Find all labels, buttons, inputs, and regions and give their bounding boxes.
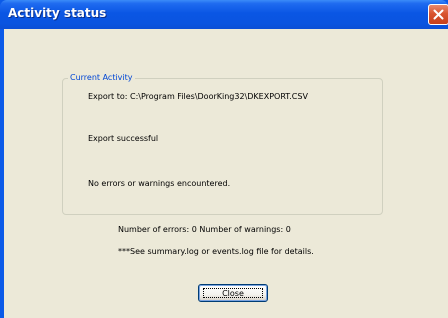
group-title: Current Activity xyxy=(68,72,135,84)
close-button-label: Close xyxy=(222,289,244,298)
errors-status-text: No errors or warnings encountered. xyxy=(88,179,231,188)
window-close-button[interactable] xyxy=(428,4,448,25)
activity-status-window: Activity status Current Activity Export … xyxy=(0,0,448,318)
export-status-text: Export successful xyxy=(88,134,159,143)
title-bar[interactable]: Activity status xyxy=(0,0,448,29)
export-path-text: Export to: C:\Program Files\DoorKing32\D… xyxy=(88,92,308,101)
error-count-text: Number of errors: 0 Number of warnings: … xyxy=(118,225,291,234)
dialog-client-area: Current Activity Export to: C:\Program F… xyxy=(4,29,448,318)
close-icon xyxy=(433,9,444,20)
log-note-text: ***See summary.log or events.log file fo… xyxy=(118,247,314,256)
close-button[interactable]: Close xyxy=(198,284,268,302)
window-title: Activity status xyxy=(8,6,107,20)
